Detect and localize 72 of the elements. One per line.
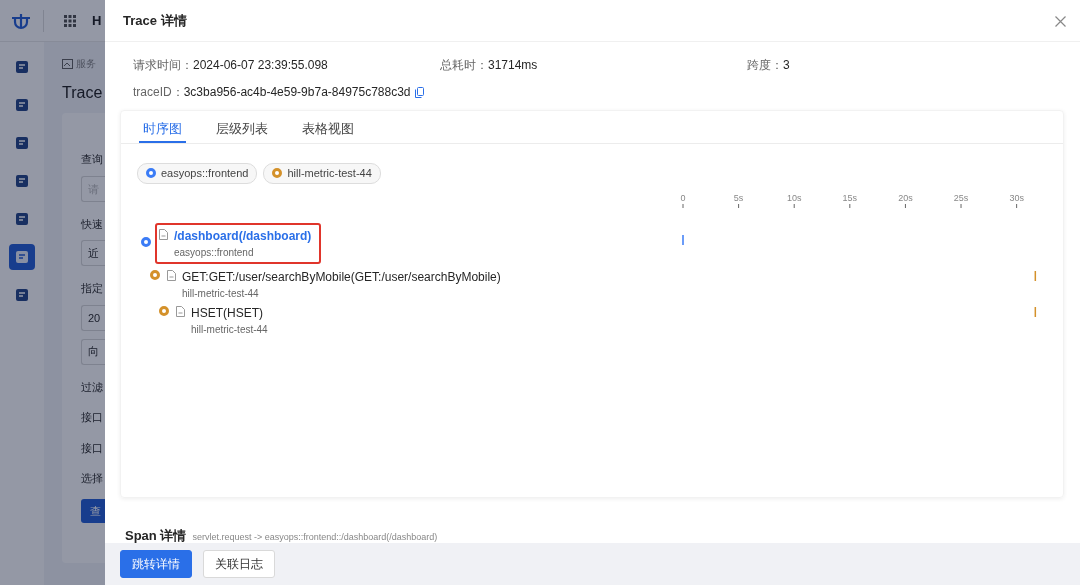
service-name: easyops::frontend: [174, 245, 255, 260]
section-title: Span 详情: [125, 527, 187, 543]
nav-icon: [15, 98, 29, 112]
span-title[interactable]: HSET(HSET): [191, 303, 268, 322]
drawer-title: Trace 详情: [123, 11, 187, 30]
nav-icon: [15, 288, 29, 302]
info-label: 跨度：: [747, 58, 783, 72]
input-field[interactable]: 20: [81, 304, 105, 331]
span-path: servlet.request -> easyops::frontend::/dashboard(/dashboard): [192, 531, 438, 543]
app-name[interactable]: H: [92, 10, 102, 31]
query-button[interactable]: 查: [81, 498, 105, 523]
tick-label: 20s: [898, 192, 913, 203]
tick-label: 0: [680, 192, 686, 203]
tick-mark: [682, 203, 684, 208]
span-node[interactable]: [159, 305, 169, 316]
info-label: 请求时间：: [133, 58, 193, 72]
service-name: hill-metric-test-44: [191, 322, 268, 337]
trace-id: 3c3ba956-ac4b-4e59-9b7a-84975c788c3d: [183, 84, 411, 101]
document-icon: [159, 228, 168, 240]
breadcrumb-icon: [62, 58, 73, 69]
tick-label: 5s: [733, 192, 744, 203]
tick-mark: [738, 203, 740, 208]
span-title[interactable]: GET:GET:/user/searchByMobile(GET:/user/searchByMobile): [182, 267, 501, 286]
span-node[interactable]: [141, 236, 151, 247]
jump-button[interactable]: 跳转详情: [120, 550, 192, 578]
log-button[interactable]: 关联日志: [203, 550, 275, 578]
nav-icon: [15, 212, 29, 226]
tick-label: 15s: [842, 192, 858, 203]
info-value: 2024-06-07 23:39:55.098: [193, 58, 328, 72]
legend-label: hill-metric-test-44: [287, 166, 372, 181]
document-icon: [167, 269, 176, 281]
nav-icon: [15, 136, 29, 150]
form-label: 快速: [81, 216, 104, 232]
info-label: 总耗时：: [440, 58, 488, 72]
input-field[interactable]: 近: [81, 240, 105, 266]
legend-item[interactable]: easyops::frontend: [137, 163, 258, 184]
service-name: hill-metric-test-44: [182, 286, 260, 301]
tick-mark: [793, 203, 795, 208]
nav-icon: [15, 60, 29, 74]
legend-label: easyops::frontend: [161, 166, 249, 181]
tick-mark: [904, 203, 906, 208]
legend-item[interactable]: hill-metric-test-44: [263, 163, 381, 184]
input-field[interactable]: 向: [81, 338, 105, 365]
tick-label: 30s: [1009, 192, 1024, 203]
tick-mark: [849, 203, 851, 208]
form-label: 指定: [81, 281, 104, 296]
info-label: traceID：: [133, 84, 184, 101]
span-title[interactable]: /dashboard(/dashboard): [174, 226, 312, 245]
logo-icon[interactable]: [11, 11, 31, 30]
info-value: 3: [783, 58, 790, 72]
tab[interactable]: 时序图: [139, 111, 186, 143]
form-label: 查询: [81, 152, 104, 167]
form-label: 接口: [81, 410, 104, 425]
tick-label: 10s: [786, 192, 802, 203]
form-label: 过滤: [81, 379, 104, 395]
document-icon: [176, 305, 185, 317]
nav-icon: [15, 174, 29, 188]
sidebar-item[interactable]: [9, 244, 35, 270]
tick-mark: [1016, 203, 1018, 208]
form-label: 接口: [81, 440, 104, 456]
tick-label: 25s: [953, 192, 969, 203]
span-node[interactable]: [150, 269, 160, 280]
tick-mark: [960, 203, 962, 208]
tab[interactable]: 层级列表: [212, 111, 272, 143]
copy-icon[interactable]: [414, 86, 424, 98]
page-title: Trace: [62, 83, 104, 103]
info-value: 31714ms: [488, 58, 538, 72]
close-icon: [1055, 15, 1066, 27]
form-label: 选择: [81, 471, 104, 486]
nav-icon: [15, 250, 29, 264]
tab[interactable]: 表格视图: [298, 111, 358, 143]
apps-menu-icon[interactable]: [64, 14, 76, 27]
